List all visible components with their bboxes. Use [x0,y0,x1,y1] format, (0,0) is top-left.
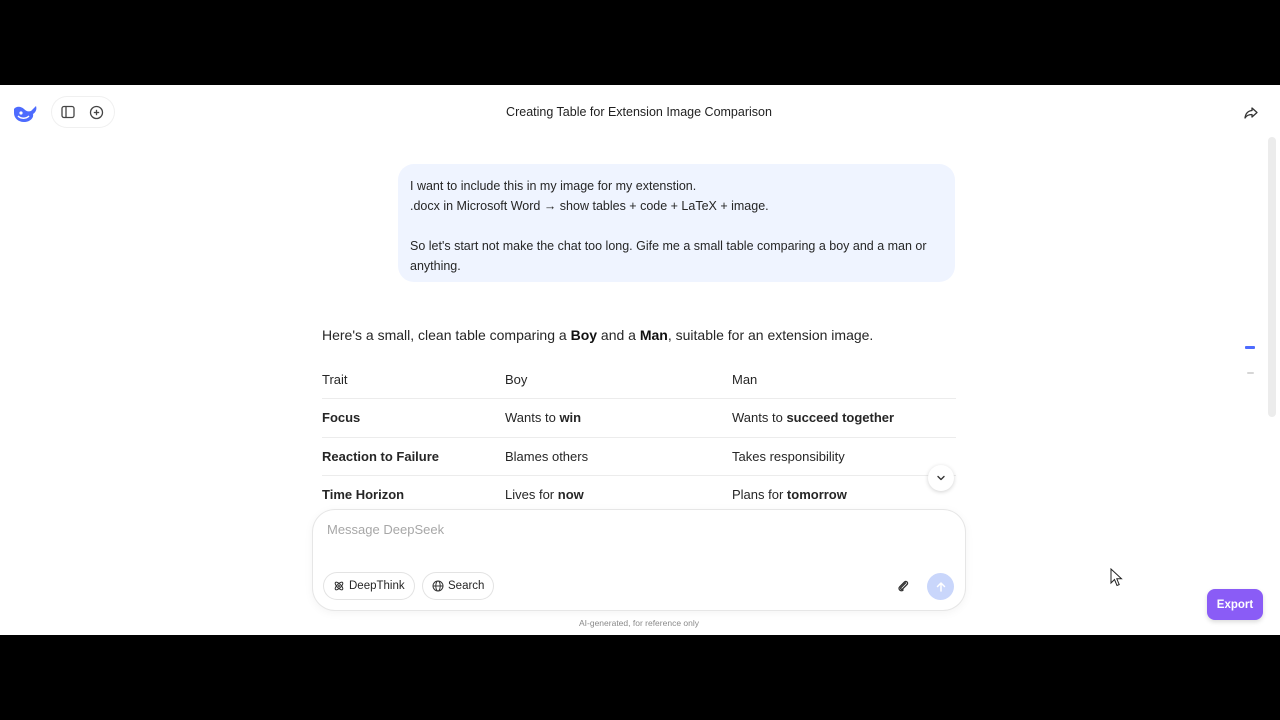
atom-icon [334,581,344,591]
user-message-text: I want to include this in my image for m… [410,179,927,273]
chat-app: Creating Table for Extension Image Compa… [0,85,1280,635]
table-row: Focus Wants to win Wants to succeed toge… [322,399,956,438]
message-nav-marker-active[interactable] [1245,346,1255,349]
chat-title: Creating Table for Extension Image Compa… [506,105,772,119]
search-label: Search [448,580,485,592]
user-message-bubble: I want to include this in my image for m… [398,164,955,282]
share-icon[interactable] [1242,104,1260,122]
intro-text: , suitable for an extension image. [667,327,874,343]
man-cell: Takes responsibility [732,448,845,464]
message-nav-marker[interactable] [1247,372,1254,374]
boy-cell: Lives for now [505,487,584,503]
globe-icon [432,580,444,592]
search-toggle[interactable]: Search [423,573,494,599]
mouse-pointer-icon [1110,568,1123,587]
boy-cell: Blames others [505,448,589,464]
intro-text: and a [597,327,640,343]
trait-cell: Time Horizon [322,487,405,503]
arrow-up-icon [936,581,945,592]
intro-text: Here's a small, clean table comparing a [322,327,571,343]
message-composer: DeepThink Search [313,510,965,610]
table-header-cell: Boy [505,372,528,387]
intro-boy: Boy [570,327,598,343]
deepthink-toggle[interactable]: DeepThink [324,573,414,599]
intro-man: Man [639,327,668,343]
assistant-intro: Here's a small, clean table comparing a … [322,327,873,343]
table-header-row: Trait Boy Man [322,361,956,399]
table-header-cell: Trait [322,372,348,387]
scrollbar-thumb[interactable] [1268,137,1276,417]
scroll-to-bottom-button[interactable] [928,465,954,491]
man-cell: Plans for tomorrow [732,487,847,503]
comparison-table: Trait Boy Man Focus Wants to win Wants t… [322,361,956,515]
trait-cell: Focus [322,410,361,425]
export-button[interactable]: Export [1207,589,1263,620]
boy-cell: Wants to win [505,410,582,425]
deepthink-label: DeepThink [349,580,405,592]
ai-disclaimer: AI-generated, for reference only [578,618,699,628]
trait-cell: Reaction to Failure [322,448,440,464]
man-cell: Wants to succeed together [732,410,895,425]
attach-button[interactable] [893,576,913,596]
table-row: Reaction to Failure Blames others Takes … [322,438,956,477]
paperclip-icon [898,580,909,592]
chevron-down-icon [937,475,945,481]
table-header-cell: Man [732,372,758,387]
message-input[interactable] [327,522,947,558]
send-button[interactable] [927,573,954,600]
